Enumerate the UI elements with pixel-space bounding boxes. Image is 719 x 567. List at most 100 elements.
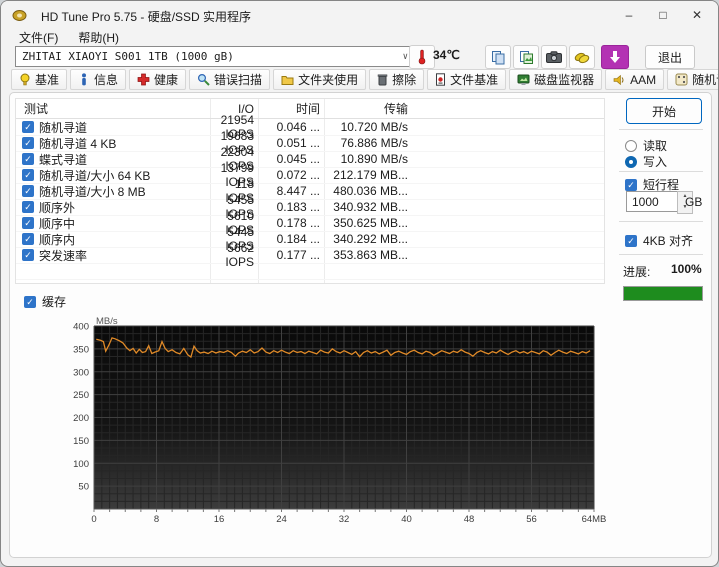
exit-button[interactable]: 退出 bbox=[645, 45, 695, 69]
time-value: 8.447 ... bbox=[276, 184, 320, 198]
align-row[interactable]: ✓ 4KB 对齐 bbox=[625, 232, 693, 249]
tab-benchmark[interactable]: 基准 bbox=[11, 69, 68, 90]
time-value: 0.045 ... bbox=[276, 152, 320, 166]
tab-health[interactable]: 健康 bbox=[129, 69, 187, 90]
thermometer-icon bbox=[418, 49, 426, 65]
svg-text:56: 56 bbox=[526, 514, 537, 525]
title-bar: HD Tune Pro 5.75 - 硬盘/SSD 实用程序 – □ ✕ bbox=[1, 1, 718, 29]
svg-text:200: 200 bbox=[73, 413, 89, 424]
save-screenshot-button[interactable] bbox=[541, 45, 567, 69]
tab-disk-monitor[interactable]: 磁盘监视器 bbox=[509, 69, 603, 90]
transfer-value: 340.292 MB... bbox=[333, 232, 408, 246]
update-button[interactable] bbox=[601, 45, 629, 69]
donate-icon bbox=[574, 52, 590, 63]
table-row[interactable]: ✓ 随机寻道/大小 64 KB 13799 IOPS 0.072 ... 212.… bbox=[16, 161, 604, 189]
row-checkbox[interactable]: ✓ bbox=[22, 169, 34, 181]
transfer-value: 480.036 MB... bbox=[333, 184, 408, 198]
table-row[interactable]: ✓ 顺序中 5610 IOPS 0.178 ... 350.625 MB... bbox=[16, 209, 604, 237]
time-value: 0.046 ... bbox=[276, 120, 320, 134]
speed-chart: 400 350 300 250 200 150 100 50 0 8 16 24 32 40 48 56 64M… bbox=[61, 316, 606, 528]
tab-label: 错误扫描 bbox=[214, 73, 263, 87]
drive-selector[interactable]: ZHITAI XIAOYI S001 1TB (1000 gB) ∨ bbox=[15, 46, 415, 67]
row-checkbox[interactable]: ✓ bbox=[22, 217, 34, 229]
table-row[interactable]: ✓ 突发速率 5662 IOPS 0.177 ... 353.863 MB... bbox=[16, 241, 604, 269]
tab-label: 信息 bbox=[94, 73, 119, 87]
capacity-input[interactable]: 1000 bbox=[626, 191, 683, 212]
read-radio-row[interactable]: 读取 bbox=[625, 137, 667, 154]
write-radio[interactable] bbox=[625, 155, 637, 168]
tab-label: 基准 bbox=[35, 73, 60, 87]
capacity-unit: GB bbox=[685, 195, 703, 209]
transfer-value: 10.890 MB/s bbox=[340, 152, 408, 166]
row-checkbox[interactable]: ✓ bbox=[22, 249, 34, 261]
table-row[interactable]: ✓ 随机寻道 4 KB 19683 IOPS 0.051 ... 76.886 M… bbox=[16, 129, 604, 157]
dice-icon bbox=[675, 73, 688, 86]
time-value: 0.183 ... bbox=[276, 200, 320, 214]
tab-erase[interactable]: 擦除 bbox=[369, 69, 425, 90]
chevron-down-icon: ∨ bbox=[402, 51, 408, 62]
folder-icon bbox=[281, 75, 294, 85]
cache-checkbox[interactable]: ✓ bbox=[24, 295, 36, 308]
time-value: 0.177 ... bbox=[276, 248, 320, 262]
menu-file[interactable]: 文件(F) bbox=[11, 28, 66, 46]
align-label: 4KB 对齐 bbox=[643, 234, 694, 248]
tab-label: 随机访问 bbox=[692, 73, 718, 87]
svg-text:MB/s: MB/s bbox=[96, 316, 118, 327]
tab-bar: 基准 信息 健康 错误扫描 文件夹使用 擦除 文件基准 磁盘监视器 AAM 随机 bbox=[11, 69, 718, 90]
monitor-icon bbox=[517, 74, 530, 85]
maximize-button[interactable]: □ bbox=[646, 2, 680, 28]
align-checkbox[interactable]: ✓ bbox=[625, 234, 637, 247]
tab-aam[interactable]: AAM bbox=[605, 69, 665, 90]
header-transfer: 传输 bbox=[383, 102, 408, 116]
table-row[interactable]: ✓ 顺序外 5455 IOPS 0.183 ... 340.932 MB... bbox=[16, 193, 604, 221]
table-row[interactable]: ✓ 蝶式寻道 22304 IOPS 0.045 ... 10.890 MB/s bbox=[16, 145, 604, 173]
row-checkbox[interactable]: ✓ bbox=[22, 185, 34, 197]
progress-label: 进展: bbox=[623, 265, 651, 279]
tab-label: 健康 bbox=[154, 73, 179, 87]
download-arrow-icon bbox=[610, 51, 620, 63]
copy-image-icon bbox=[519, 50, 533, 64]
tab-file-benchmark[interactable]: 文件基准 bbox=[427, 69, 507, 90]
row-checkbox[interactable]: ✓ bbox=[22, 153, 34, 165]
short-stroke-checkbox[interactable]: ✓ bbox=[625, 178, 637, 191]
svg-text:40: 40 bbox=[401, 514, 412, 525]
test-name: 顺序中 bbox=[39, 216, 76, 231]
tab-info[interactable]: 信息 bbox=[70, 69, 127, 90]
trash-icon bbox=[377, 74, 388, 86]
app-icon bbox=[12, 10, 27, 21]
row-checkbox[interactable]: ✓ bbox=[22, 201, 34, 213]
app-window: HD Tune Pro 5.75 - 硬盘/SSD 实用程序 – □ ✕ 文件(… bbox=[0, 0, 719, 567]
copy-screenshot-button[interactable] bbox=[513, 45, 539, 69]
time-value: 0.184 ... bbox=[276, 232, 320, 246]
donate-button[interactable] bbox=[569, 45, 595, 69]
copy-text-button[interactable] bbox=[485, 45, 511, 69]
table-row[interactable]: ✓ 顺序内 5445 IOPS 0.184 ... 340.292 MB... bbox=[16, 225, 604, 253]
write-radio-row[interactable]: 写入 bbox=[625, 153, 667, 170]
tab-error-scan[interactable]: 错误扫描 bbox=[189, 69, 271, 90]
benchmark-icon bbox=[20, 73, 30, 86]
tab-folder-usage[interactable]: 文件夹使用 bbox=[273, 69, 367, 90]
svg-text:64MB: 64MB bbox=[582, 514, 606, 525]
svg-text:48: 48 bbox=[464, 514, 475, 525]
minimize-button[interactable]: – bbox=[612, 2, 646, 28]
row-checkbox[interactable]: ✓ bbox=[22, 137, 34, 149]
svg-text:50: 50 bbox=[78, 482, 89, 493]
temperature-value: 34℃ bbox=[433, 48, 460, 62]
tab-label: 文件基准 bbox=[450, 73, 499, 87]
start-button[interactable]: 开始 bbox=[626, 98, 702, 124]
time-value: 0.051 ... bbox=[276, 136, 320, 150]
tab-random-access[interactable]: 随机访问 bbox=[667, 69, 718, 90]
menu-help[interactable]: 帮助(H) bbox=[70, 28, 127, 46]
close-button[interactable]: ✕ bbox=[680, 2, 714, 28]
svg-text:100: 100 bbox=[73, 459, 89, 470]
read-radio[interactable] bbox=[625, 139, 637, 152]
transfer-value: 350.625 MB... bbox=[333, 216, 408, 230]
row-checkbox[interactable]: ✓ bbox=[22, 233, 34, 245]
temperature-button[interactable] bbox=[409, 45, 435, 69]
tab-label: AAM bbox=[630, 72, 657, 87]
row-checkbox[interactable]: ✓ bbox=[22, 121, 34, 133]
cache-row[interactable]: ✓ 缓存 bbox=[24, 293, 66, 310]
table-row[interactable]: ✓ 随机寻道/大小 8 MB 118 IOPS 8.447 ... 480.036… bbox=[16, 177, 604, 205]
table-row[interactable]: ✓ 随机寻道 21954 IOPS 0.046 ... 10.720 MB/s bbox=[16, 113, 604, 141]
transfer-value: 10.720 MB/s bbox=[340, 120, 408, 134]
